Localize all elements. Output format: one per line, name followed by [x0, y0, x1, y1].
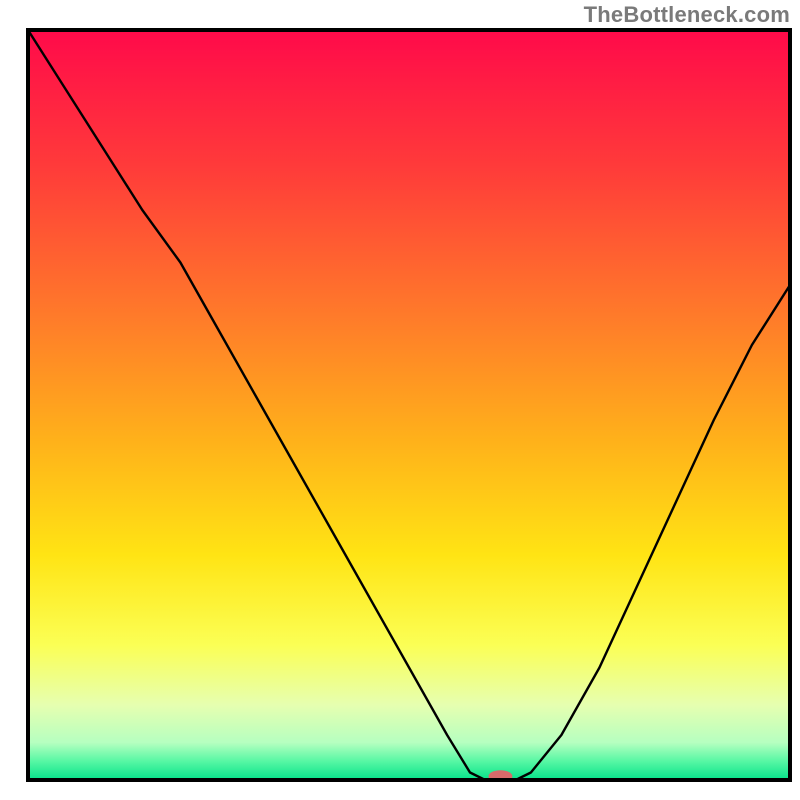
watermark-text: TheBottleneck.com: [584, 2, 790, 28]
bottleneck-chart: [0, 0, 800, 800]
chart-container: TheBottleneck.com: [0, 0, 800, 800]
